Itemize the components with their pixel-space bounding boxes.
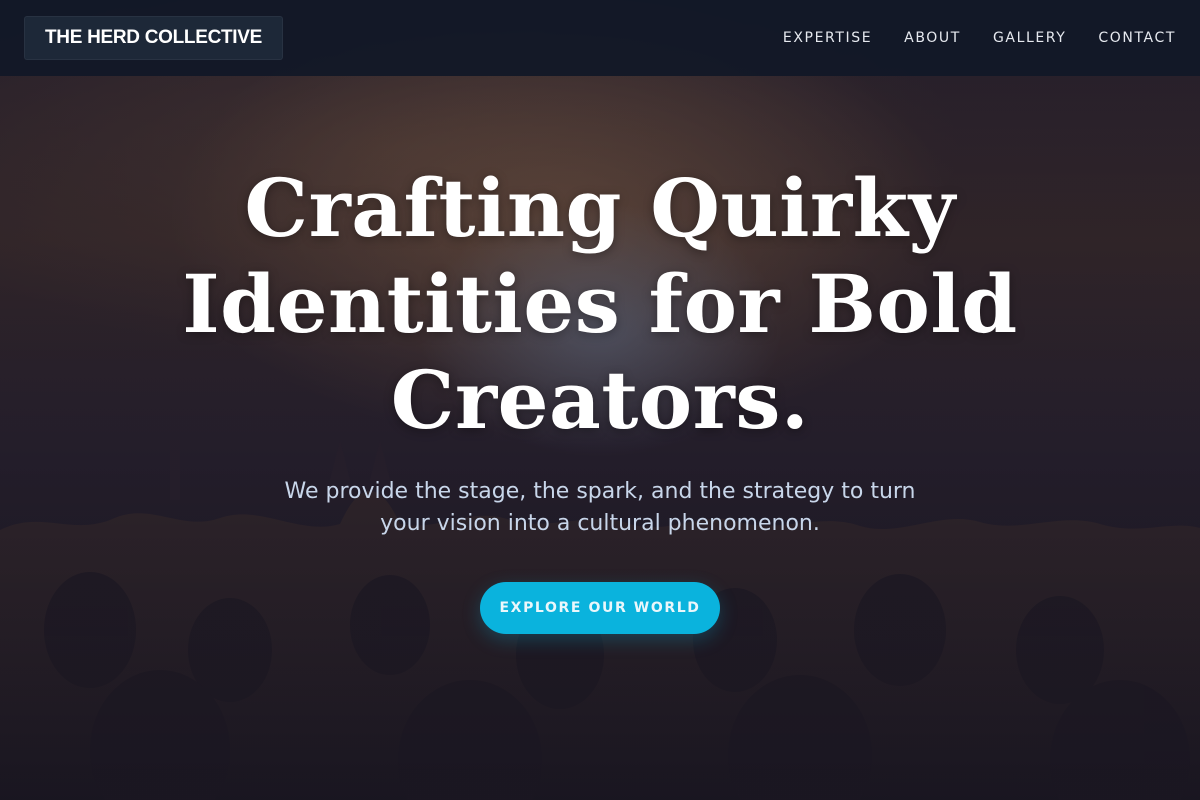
landing-page: THE HERD COLLECTIVE EXPERTISE ABOUT GALL… bbox=[0, 0, 1200, 800]
nav-link-gallery[interactable]: GALLERY bbox=[993, 30, 1066, 46]
nav-link-about[interactable]: ABOUT bbox=[904, 30, 961, 46]
explore-our-world-button[interactable]: EXPLORE OUR WORLD bbox=[480, 582, 720, 634]
brand-logo[interactable]: THE HERD COLLECTIVE bbox=[24, 16, 284, 60]
hero-section: Crafting Quirky Identities for Bold Crea… bbox=[0, 160, 1200, 634]
nav-links: EXPERTISE ABOUT GALLERY CONTACT bbox=[783, 30, 1176, 46]
top-navbar: THE HERD COLLECTIVE EXPERTISE ABOUT GALL… bbox=[0, 0, 1200, 76]
hero-subtext: We provide the stage, the spark, and the… bbox=[284, 479, 916, 536]
nav-link-contact[interactable]: CONTACT bbox=[1098, 30, 1176, 46]
hero-headline: Crafting Quirky Identities for Bold Crea… bbox=[182, 161, 1018, 447]
nav-link-expertise[interactable]: EXPERTISE bbox=[783, 30, 872, 46]
